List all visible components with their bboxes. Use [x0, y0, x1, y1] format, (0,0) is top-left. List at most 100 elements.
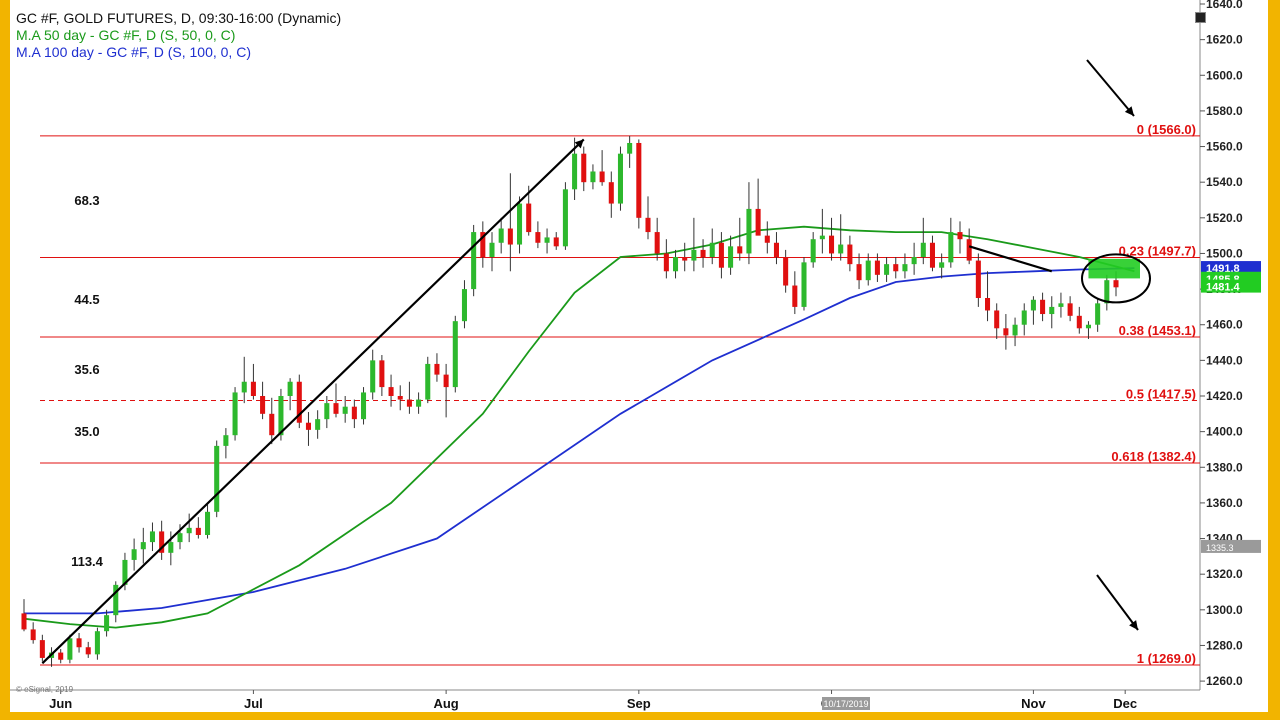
candle-up [140, 542, 146, 550]
candle-down [397, 396, 403, 400]
candle-up [1012, 324, 1018, 336]
candle-down [764, 235, 770, 243]
candle-up [241, 381, 247, 393]
candle-up [810, 239, 816, 263]
candle-up [801, 262, 807, 307]
candle-up [287, 381, 293, 396]
candle-down [957, 232, 963, 240]
candle-up [1021, 310, 1027, 325]
candle-up [94, 631, 100, 655]
fib-level-label: 0.38 (1453.1) [1119, 323, 1196, 338]
candle-up [673, 257, 679, 272]
candle-down [260, 396, 266, 414]
y-tick-label: 1520.0 [1206, 211, 1243, 225]
candle-up [471, 232, 477, 290]
arrow-bottom [1096, 574, 1139, 631]
candle-down [388, 387, 394, 396]
candle-down [553, 237, 559, 247]
candle-down [975, 260, 981, 298]
candle-down [599, 171, 605, 183]
candle-down [58, 652, 64, 660]
candle-up [920, 242, 926, 258]
candle-up [67, 638, 73, 660]
candle-up [1030, 299, 1036, 311]
candle-down [994, 310, 1000, 329]
y-tick-label: 1500.0 [1206, 246, 1243, 260]
candle-up [709, 242, 715, 258]
y-tick-label: 1360.0 [1206, 496, 1243, 510]
fib-level-label: 1 (1269.0) [1137, 651, 1196, 666]
candle-down [700, 249, 706, 258]
candle-down [783, 257, 789, 286]
candle-down [645, 217, 651, 233]
candle-up [416, 399, 422, 407]
candle-up [461, 289, 467, 322]
y-tick-label: 1620.0 [1206, 33, 1243, 47]
annotation-value: 113.4 [71, 554, 104, 569]
arrow-bottom-head [1129, 620, 1138, 630]
candle-up [617, 153, 623, 204]
y-tick-label: 1400.0 [1206, 425, 1243, 439]
candle-up [1095, 303, 1101, 325]
candle-up [544, 237, 550, 243]
candle-up [452, 321, 458, 388]
y-tick-label: 1540.0 [1206, 175, 1243, 189]
candle-up [177, 533, 183, 543]
candle-down [1076, 315, 1082, 329]
candle-down [929, 242, 935, 268]
candle-down [856, 264, 862, 281]
candle-down [874, 260, 880, 275]
candle-up [590, 171, 596, 183]
candle-down [269, 413, 275, 436]
candle-down [443, 374, 449, 388]
price-tag-label: 1481.4 [1206, 282, 1241, 294]
candle-up [324, 403, 330, 420]
candle-up [838, 244, 844, 254]
chart-title: GC #F, GOLD FUTURES, D, 09:30-16:00 (Dyn… [16, 10, 342, 26]
candle-down [305, 422, 311, 430]
y-tick-label: 1440.0 [1206, 353, 1243, 367]
candle-down [663, 253, 669, 272]
candle-up [149, 531, 155, 543]
annotation-value: 44.5 [74, 292, 99, 307]
ma50-legend: M.A 50 day - GC #F, D (S, 50, 0, C) [16, 27, 236, 43]
ma50-line [23, 225, 1135, 629]
y-tick-label: 1600.0 [1206, 68, 1243, 82]
candle-up [728, 246, 734, 268]
candle-up [223, 435, 229, 446]
annotation-value: 35.6 [74, 362, 99, 377]
arrow-top [1086, 59, 1135, 117]
y-tick-label: 1640.0 [1206, 0, 1243, 11]
candle-up [361, 392, 367, 420]
candle-up [948, 232, 954, 263]
date-cursor-label: 10/17/2019 [823, 699, 868, 709]
candle-down [773, 242, 779, 258]
ma100-legend: M.A 100 day - GC #F, D (S, 100, 0, C) [16, 44, 251, 60]
candle-up [517, 203, 523, 245]
candle-up [902, 264, 908, 272]
month-label: Jun [49, 696, 72, 711]
y-tick-label: 1580.0 [1206, 104, 1243, 118]
candle-down [1040, 299, 1046, 315]
chart-frame: 1260.0 1280.0 1300.0 1320.0 1340.0 1360.0 1380… [10, 0, 1268, 712]
candle-down [737, 246, 743, 254]
candle-down [434, 363, 440, 375]
candle-down [1113, 280, 1119, 288]
y-tick-label: 1380.0 [1206, 460, 1243, 474]
candle-down [351, 406, 357, 420]
highlight-box [1088, 258, 1140, 279]
close-chart-icon[interactable] [1195, 12, 1206, 23]
month-label: Nov [1021, 696, 1046, 711]
candle-down [792, 285, 798, 307]
candle-up [562, 189, 568, 247]
candle-down [1067, 303, 1073, 316]
candle-up [1049, 306, 1055, 315]
candle-down [250, 381, 256, 396]
candle-down [966, 239, 972, 261]
candle-up [168, 542, 174, 553]
candle-up [939, 262, 945, 268]
candlestick-chart[interactable]: 1260.01280.01300.01320.01340.01360.01380… [10, 0, 1268, 712]
candle-up [342, 406, 348, 414]
month-label: Dec [1113, 696, 1137, 711]
candle-down [406, 399, 412, 407]
